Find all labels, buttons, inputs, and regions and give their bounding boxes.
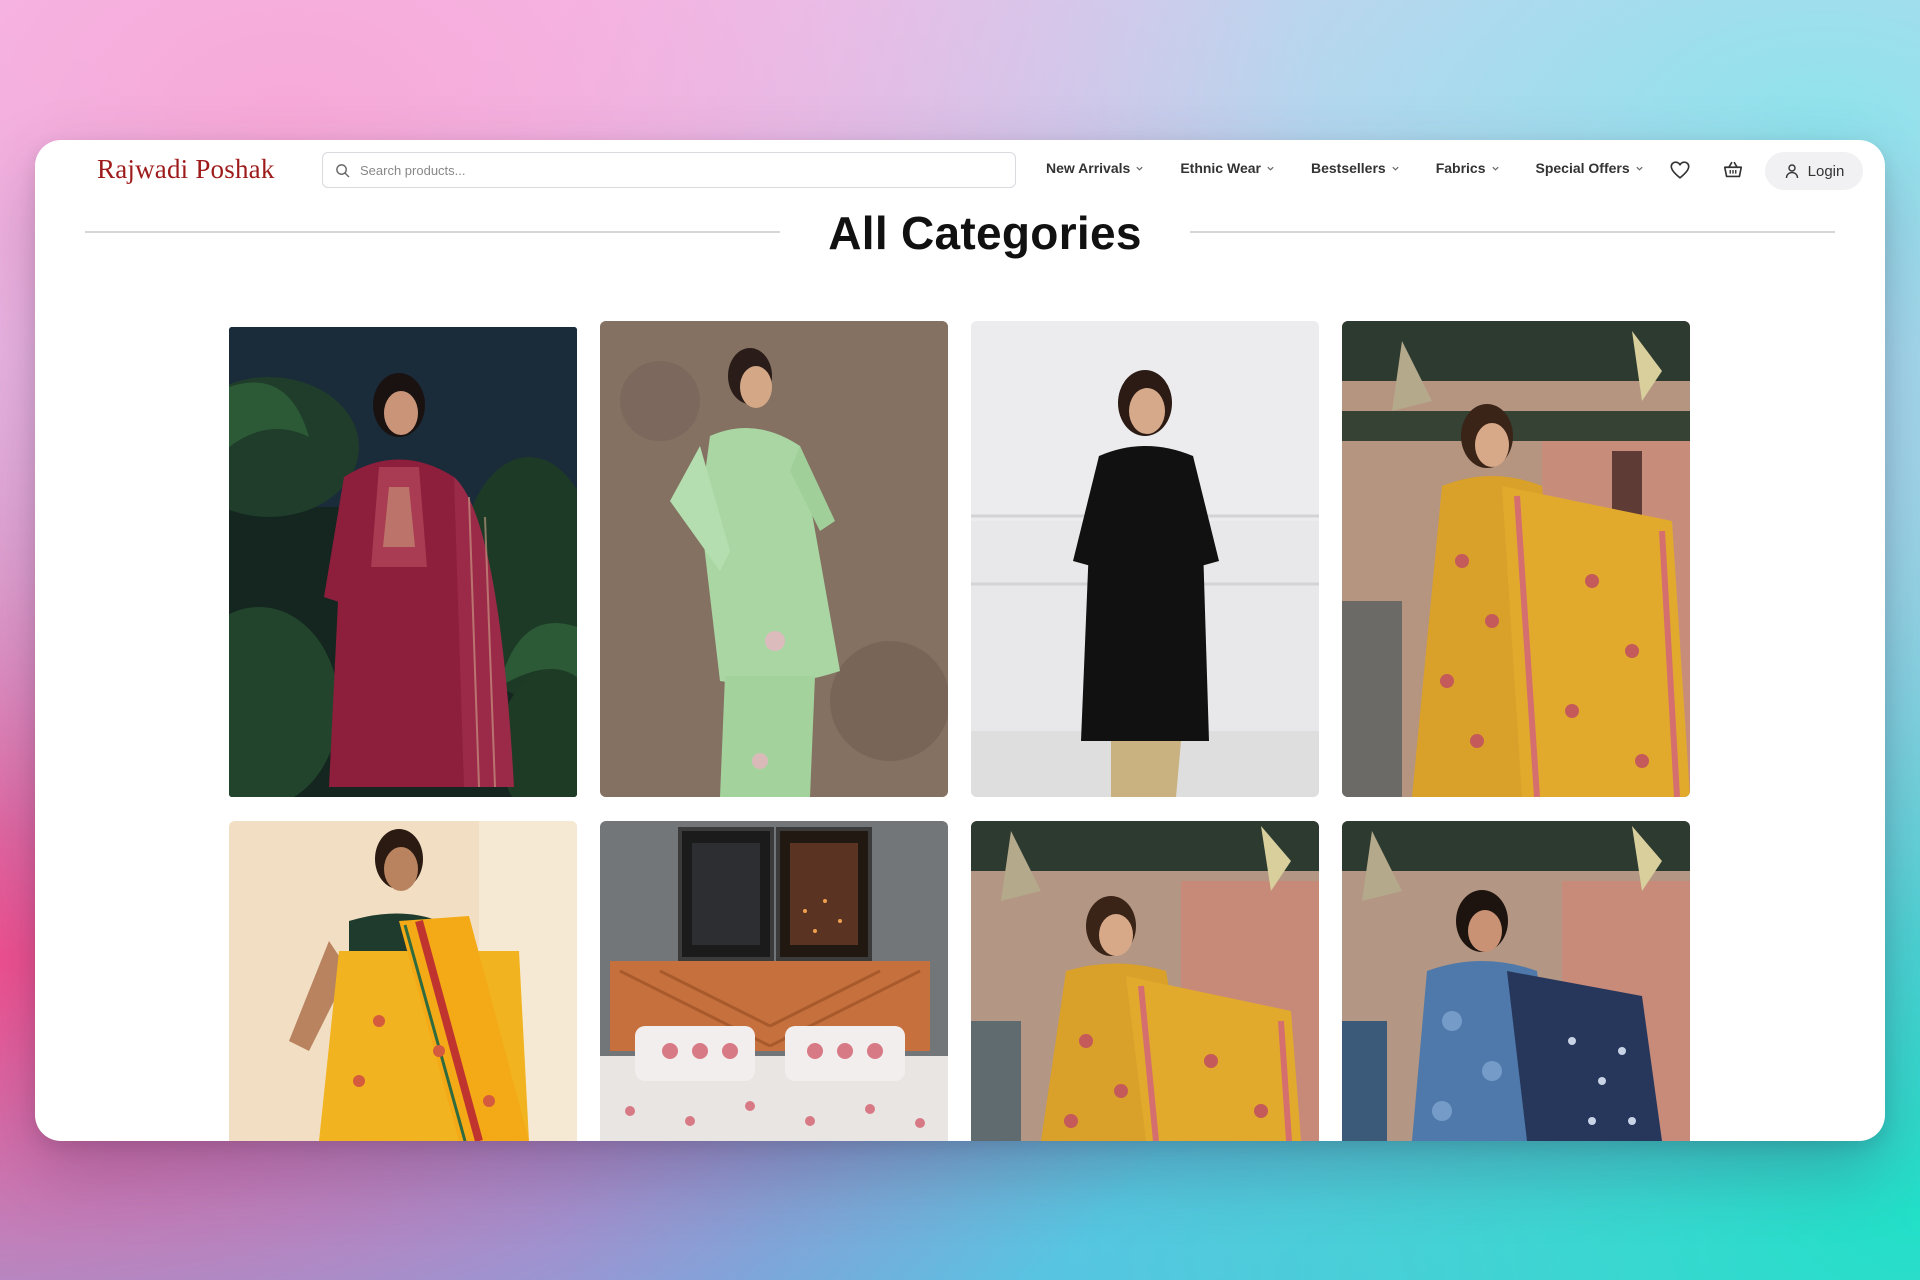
category-image [971,321,1319,797]
brand-logo[interactable]: Rajwadi Poshak [97,154,275,185]
category-image [1342,321,1690,797]
category-image [971,821,1319,1141]
heart-icon [1670,161,1690,179]
chevron-down-icon [1267,166,1274,171]
browser-window: Rajwadi Poshak New Arrivals Ethnic Wear … [35,140,1885,1141]
nav-special-offers[interactable]: Special Offers [1536,160,1644,176]
category-card[interactable] [1342,321,1690,797]
cart-button[interactable] [1720,157,1746,183]
page-title: All Categories [828,207,1142,259]
site-header: Rajwadi Poshak New Arrivals Ethnic Wear … [35,140,1885,200]
nav-label: Bestsellers [1310,160,1386,176]
nav-label: Fabrics [1435,160,1486,176]
search-icon [336,163,350,177]
category-card[interactable] [229,327,577,797]
user-icon [1785,164,1798,179]
login-button[interactable]: Login [1765,152,1863,190]
login-label: Login [1807,162,1845,180]
search-bar[interactable] [322,152,1016,188]
nav-ethnic-wear[interactable]: Ethnic Wear [1180,160,1275,176]
heading-divider-left [85,231,780,233]
category-image [600,821,948,1141]
main-nav: New Arrivals Ethnic Wear Bestsellers Fab… [1046,160,1680,176]
nav-label: New Arrivals [1046,160,1131,176]
chevron-down-icon [1491,166,1499,171]
chevron-down-icon [1392,166,1399,171]
heading-divider-right [1190,231,1835,233]
chevron-down-icon [1136,166,1143,171]
nav-bestsellers[interactable]: Bestsellers [1311,160,1400,176]
category-image [600,321,948,797]
basket-icon [1723,161,1743,178]
category-card[interactable] [229,821,577,1141]
nav-label: Ethnic Wear [1180,160,1261,176]
category-card[interactable] [600,821,948,1141]
category-card[interactable] [971,321,1319,797]
category-card[interactable] [1342,821,1690,1141]
chevron-down-icon [1636,166,1643,171]
category-card[interactable] [600,321,948,797]
nav-new-arrivals[interactable]: New Arrivals [1046,160,1144,176]
nav-fabrics[interactable]: Fabrics [1436,160,1500,176]
nav-label: Special Offers [1535,160,1630,176]
wishlist-button[interactable] [1667,157,1693,183]
category-image [1342,821,1690,1141]
category-image [229,821,577,1141]
category-card[interactable] [971,821,1319,1141]
category-image [229,327,577,797]
search-input[interactable] [360,162,1000,178]
section-heading: All Categories [85,202,1835,262]
